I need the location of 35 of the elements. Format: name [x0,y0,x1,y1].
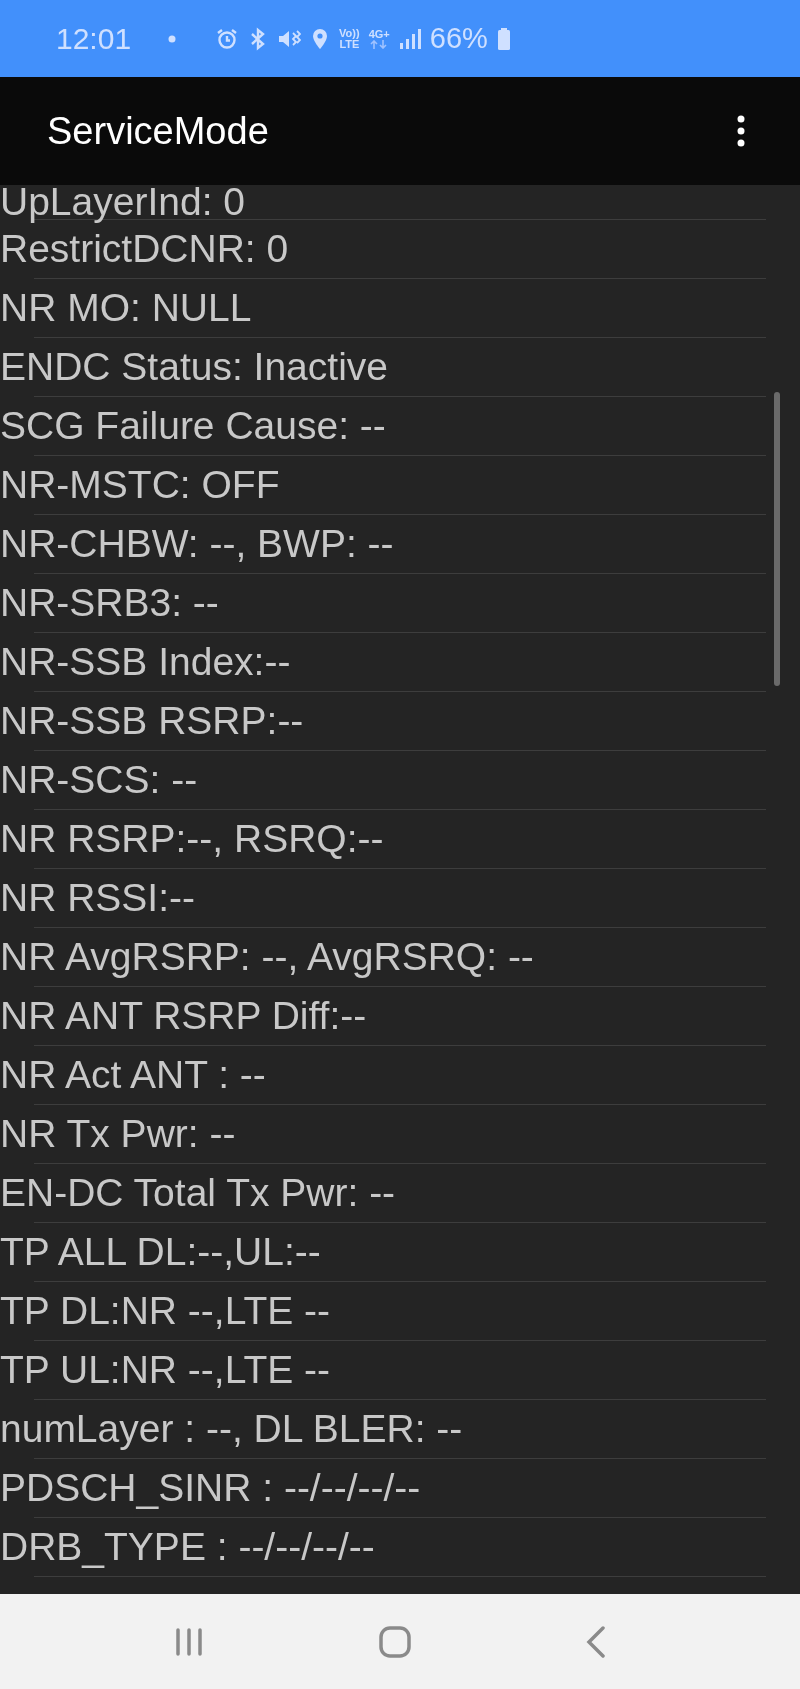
info-line: SCG Failure Cause: -- [0,404,386,448]
info-line: NR AvgRSRP: --, AvgRSRQ: -- [0,935,534,979]
info-line: RestrictDCNR: 0 [0,227,289,271]
info-line: TP DL:NR --,LTE -- [0,1289,331,1333]
info-line: TP ALL DL:--,UL:-- [0,1230,321,1274]
info-line: NR RSRP:--, RSRQ:-- [0,817,384,861]
info-line: ENDC Status: Inactive [0,345,388,389]
signal-icon [398,27,421,50]
back-icon[interactable] [586,1625,606,1658]
app-title: ServiceMode [47,109,269,153]
info-line: numLayer : --, DL BLER: -- [0,1407,463,1451]
home-icon[interactable] [379,1625,411,1658]
battery-level: 66% [429,22,488,55]
info-line: NR Act ANT : -- [0,1053,266,1097]
info-line: EN-DC Total Tx Pwr: -- [0,1171,396,1215]
volte-indicator: Vo)) LTE [339,27,360,50]
notification-dot-icon [168,34,177,43]
more-options-icon[interactable] [736,115,746,147]
info-line: NR RSSI:-- [0,876,195,920]
info-line: NR-CHBW: --, BWP: -- [0,522,394,566]
info-line: TP UL:NR --,LTE -- [0,1348,331,1392]
info-line: PDSCH_SINR : --/--/--/-- [0,1466,421,1510]
info-line: NR-SSB Index:-- [0,640,291,684]
battery-icon [496,26,511,51]
network-indicator: 4G+ [368,28,390,49]
info-line: NR-SSB RSRP:-- [0,699,304,743]
clock: 12:01 [56,21,132,56]
recent-apps-icon[interactable] [174,1626,204,1657]
info-line: NR MO: NULL [0,286,252,330]
info-line: DRB_TYPE : --/--/--/-- [0,1525,375,1569]
info-line: NR-SCS: -- [0,758,198,802]
info-line: NR-MSTC: OFF [0,463,280,507]
info-line: NR ANT RSRP Diff:-- [0,994,367,1038]
info-line: NR-SRB3: -- [0,581,219,625]
info-line: NR Tx Pwr: -- [0,1112,236,1156]
